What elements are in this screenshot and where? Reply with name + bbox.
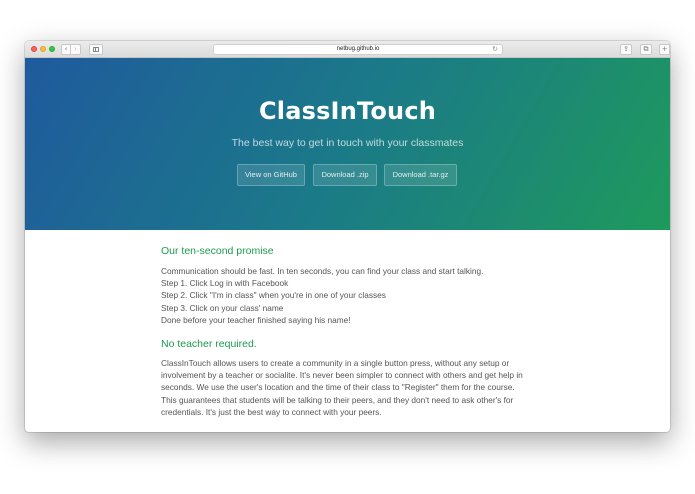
promise-step-3: Step 3. Click on your class' name [161,302,284,313]
hero-banner: ClassInTouch The best way to get in touc… [25,58,670,230]
promise-step-1: Step 1. Click Log in with Facebook [161,278,289,289]
sidebar-toggle-icon[interactable] [89,44,103,55]
browser-toolbar: ‹ › netbug.github.io ↻ ⇪ ⧉ + [25,41,670,58]
download-targz-button[interactable]: Download .tar.gz [384,164,457,186]
address-url[interactable]: netbug.github.io [214,45,502,54]
main-content: Our ten-second promise Communication sho… [161,244,561,418]
new-tab-icon[interactable]: + [659,44,670,55]
teacher-line: seconds. We use the user's location and … [161,382,515,393]
address-bar[interactable]: netbug.github.io ↻ [213,44,503,55]
promise-heading: Our ten-second promise [161,245,274,257]
promise-done: Done before your teacher finished saying… [161,314,351,325]
teacher-line: ClassInTouch allows users to create a co… [161,358,510,369]
view-on-github-button[interactable]: View on GitHub [237,164,305,186]
reload-icon[interactable]: ↻ [492,45,498,54]
site-tagline: The best way to get in touch with your c… [231,137,464,149]
tabs-overview-icon[interactable]: ⧉ [640,44,652,55]
forward-icon[interactable]: › [71,44,81,55]
promise-line: Communication should be fast. In ten sec… [161,266,484,276]
teacher-heading: No teacher required. [161,338,257,351]
close-light-icon[interactable] [31,46,37,52]
zoom-light-icon[interactable] [49,46,55,52]
download-zip-button[interactable]: Download .zip [313,164,377,186]
site-title: ClassInTouch [258,97,437,125]
teacher-line: credentials. It's just the best way to c… [161,406,382,417]
teacher-line: This guarantees that students will be ta… [161,394,514,405]
share-icon[interactable]: ⇪ [620,44,632,55]
teacher-line: involvement by a teacher or socialite. I… [161,370,523,381]
back-icon[interactable]: ‹ [61,44,71,55]
promise-step-2: Step 2. Click "I'm in class" when you're… [161,290,386,301]
minimize-light-icon[interactable] [40,46,46,52]
